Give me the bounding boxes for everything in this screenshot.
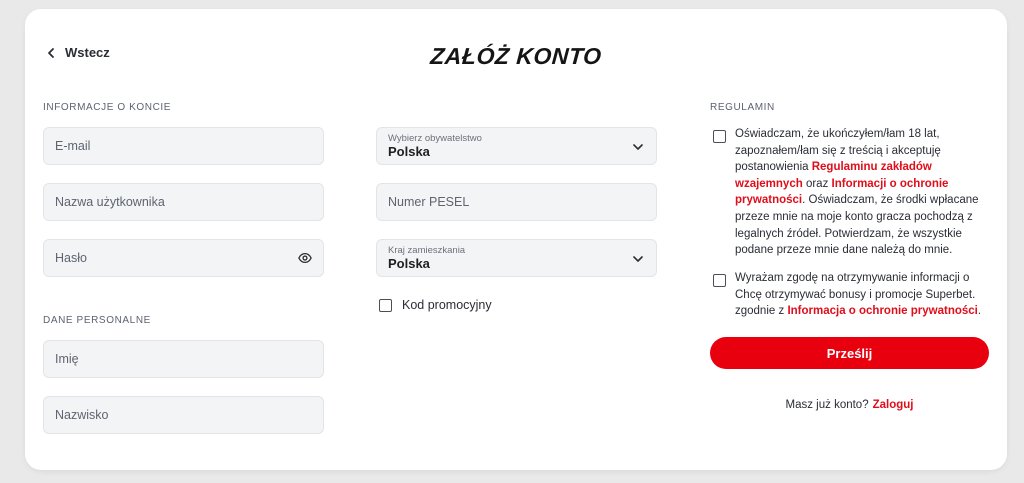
registration-card: Wstecz ZAŁÓŻ KONTO INFORMACJE O KONCIE E… [25, 9, 1007, 470]
citizenship-select[interactable]: Wybierz obywatelstwo Polska [376, 127, 657, 165]
password-placeholder: Hasło [55, 251, 87, 265]
submit-button[interactable]: Prześlij [710, 337, 989, 369]
pesel-field[interactable]: Numer PESEL [376, 183, 657, 221]
chevron-down-icon [633, 144, 643, 150]
privacy-info-link[interactable]: Informacja o ochronie prywatności [787, 305, 977, 317]
page-title: ZAŁÓŻ KONTO [429, 43, 603, 69]
citizenship-value: Polska [388, 144, 430, 159]
residence-select[interactable]: Kraj zamieszkania Polska [376, 239, 657, 277]
chevron-down-icon [633, 256, 643, 262]
section-account-label: INFORMACJE O KONCIE [43, 102, 172, 113]
promo-code-label[interactable]: Kod promocyjny [402, 298, 492, 312]
username-placeholder: Nazwa użytkownika [55, 195, 165, 209]
promo-code-checkbox[interactable] [379, 299, 392, 312]
password-field[interactable]: Hasło [43, 239, 324, 277]
email-placeholder: E-mail [55, 139, 91, 153]
username-field[interactable]: Nazwa użytkownika [43, 183, 324, 221]
email-field[interactable]: E-mail [43, 127, 324, 165]
last-name-field[interactable]: Nazwisko [43, 396, 324, 434]
first-name-placeholder: Imię [55, 352, 79, 366]
marketing-consent-checkbox[interactable] [713, 274, 726, 287]
eye-icon[interactable] [298, 251, 312, 265]
login-question: Masz już konto? [785, 399, 869, 411]
login-link[interactable]: Zaloguj [873, 399, 914, 411]
section-personal-label: DANE PERSONALNE [43, 315, 151, 326]
marketing-consent-text: Wyrażam zgodę na otrzymywanie informacji… [735, 272, 982, 318]
terms-consent-checkbox[interactable] [713, 130, 726, 143]
first-name-field[interactable]: Imię [43, 340, 324, 378]
last-name-placeholder: Nazwisko [55, 408, 109, 422]
citizenship-label: Wybierz obywatelstwo [388, 133, 482, 144]
residence-value: Polska [388, 256, 430, 271]
pesel-placeholder: Numer PESEL [388, 195, 470, 209]
section-terms-label: REGULAMIN [710, 102, 775, 113]
terms-consent-text: Oświadczam, że ukończyłem/łam 18 lat, zap… [735, 128, 979, 257]
residence-label: Kraj zamieszkania [388, 245, 466, 256]
login-prompt: Masz już konto? Zaloguj [710, 399, 989, 411]
